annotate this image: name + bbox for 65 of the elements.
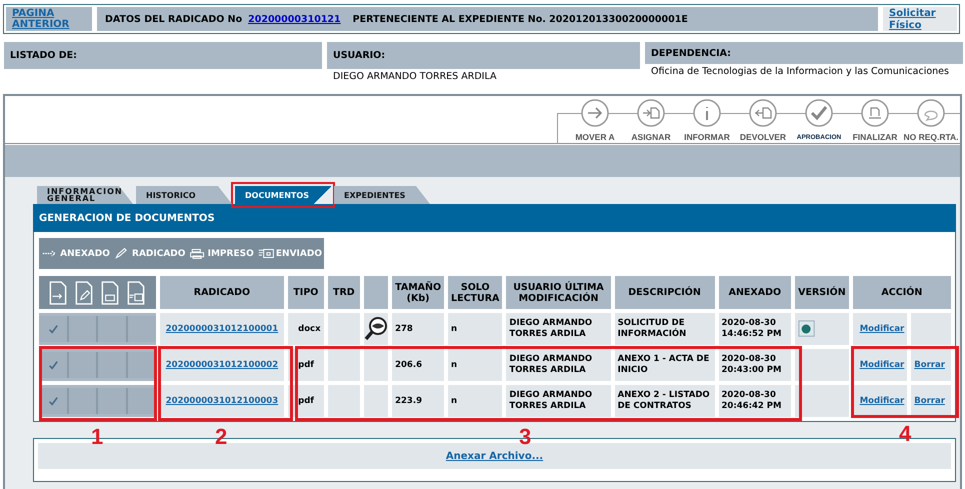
table-cell: 2020-08-30 14:46:52 PM <box>722 318 782 339</box>
workflow-action-button[interactable]: MOVER A <box>568 98 622 143</box>
table-cell: DIEGO ARMANDO TORRES ARDILA <box>509 390 592 411</box>
table-cell: n <box>451 396 458 406</box>
workflow-action-button[interactable]: FINALIZAR <box>848 98 902 143</box>
document-icon <box>48 280 68 304</box>
table-cell: docx <box>298 324 321 334</box>
workflow-action-button[interactable]: DEVOLVER <box>736 98 790 143</box>
table-cell: 223.9 <box>395 396 422 406</box>
tab[interactable]: EXPEDIENTES <box>334 186 430 204</box>
column-header: RADICADO <box>160 276 284 309</box>
table-cell: 206.6 <box>395 360 422 370</box>
info-label: USUARIO: <box>327 42 640 69</box>
workflow-action-button[interactable]: NO REQ.RTA. <box>904 98 958 143</box>
title-label: DATOS DEL RADICADO No <box>105 14 242 24</box>
tab[interactable]: DOCUMENTOS <box>235 186 331 204</box>
checkmark-icon <box>48 324 58 334</box>
table-cell: 2020-08-30 20:46:42 PM <box>722 390 782 411</box>
column-header: TAMAÑO (Kb) <box>392 276 444 309</box>
document-icon <box>74 280 94 304</box>
column-header: TIPO <box>288 276 324 309</box>
table-cell: ANEXO 2 - LISTADO DE CONTRATOS <box>618 390 710 411</box>
table-cell: 2020-08-30 20:43:00 PM <box>722 354 782 375</box>
info-label: LISTADO DE: <box>4 42 322 69</box>
column-header: SOLO LECTURA <box>448 276 502 309</box>
column-header: ACCIÓN <box>852 276 951 309</box>
info-label: DEPENDENCIA: <box>645 42 963 64</box>
table-cell: DIEGO ARMANDO TORRES ARDILA <box>509 354 592 375</box>
column-header: TRD <box>328 276 360 309</box>
table-cell: DIEGO ARMANDO TORRES ARDILA <box>509 318 592 339</box>
table-cell: n <box>451 324 458 334</box>
table-cell: ANEXO 1 - ACTA DE INICIO <box>618 354 710 375</box>
column-header: VERSIÓN <box>795 276 849 309</box>
attach-file-link[interactable]: Anexar Archivo... <box>446 450 544 462</box>
legend-label: ENVIADO <box>276 248 322 258</box>
column-header: USUARIO ÚLTIMA MODIFICACIÓN <box>506 276 611 309</box>
table-cell: pdf <box>298 360 314 370</box>
workflow-action-button[interactable]: INFORMAR <box>680 98 734 143</box>
column-header: ANEXADO <box>718 276 792 309</box>
tab[interactable]: INFORMACION GENERAL <box>37 186 133 204</box>
info-value: DIEGO ARMANDO TORRES ARDILA <box>332 70 498 82</box>
previous-page-link[interactable]: PAGINA ANTERIOR <box>6 7 92 31</box>
magnifier-eye-icon[interactable] <box>364 316 388 342</box>
legend-label: RADICADO <box>132 248 186 258</box>
expediente-label: PERTENECIENTE AL EXPEDIENTE No. 20201201330020000001E <box>352 14 688 24</box>
legend-label: ANEXADO <box>60 248 110 258</box>
status-icon <box>258 247 274 260</box>
table-cell: pdf <box>298 396 314 406</box>
checkmark-icon <box>48 360 58 370</box>
legend-label: IMPRESO <box>208 248 254 258</box>
workflow-action-button[interactable]: ASIGNAR <box>624 98 678 143</box>
table-cell: SOLICITUD DE INFORMACIÓN <box>618 318 686 339</box>
request-physical-link[interactable]: Solicitar Físico <box>883 7 957 31</box>
status-icon <box>189 247 206 260</box>
table-cell: n <box>451 360 458 370</box>
checkmark-icon <box>48 396 58 406</box>
document-icon <box>126 280 146 304</box>
table-cell: 278 <box>395 324 413 334</box>
tab[interactable]: HISTORICO <box>136 186 232 204</box>
radicado-link[interactable]: 20200000310121 <box>248 14 341 24</box>
column-header: DESCRIPCIÓN <box>614 276 715 309</box>
info-value: Oficina de Tecnologias de la Informacion y las Comunicaciones <box>650 65 950 77</box>
document-version-icon[interactable] <box>798 320 816 338</box>
document-icon <box>100 280 120 304</box>
section-header: GENERACION DE DOCUMENTOS <box>33 204 956 232</box>
